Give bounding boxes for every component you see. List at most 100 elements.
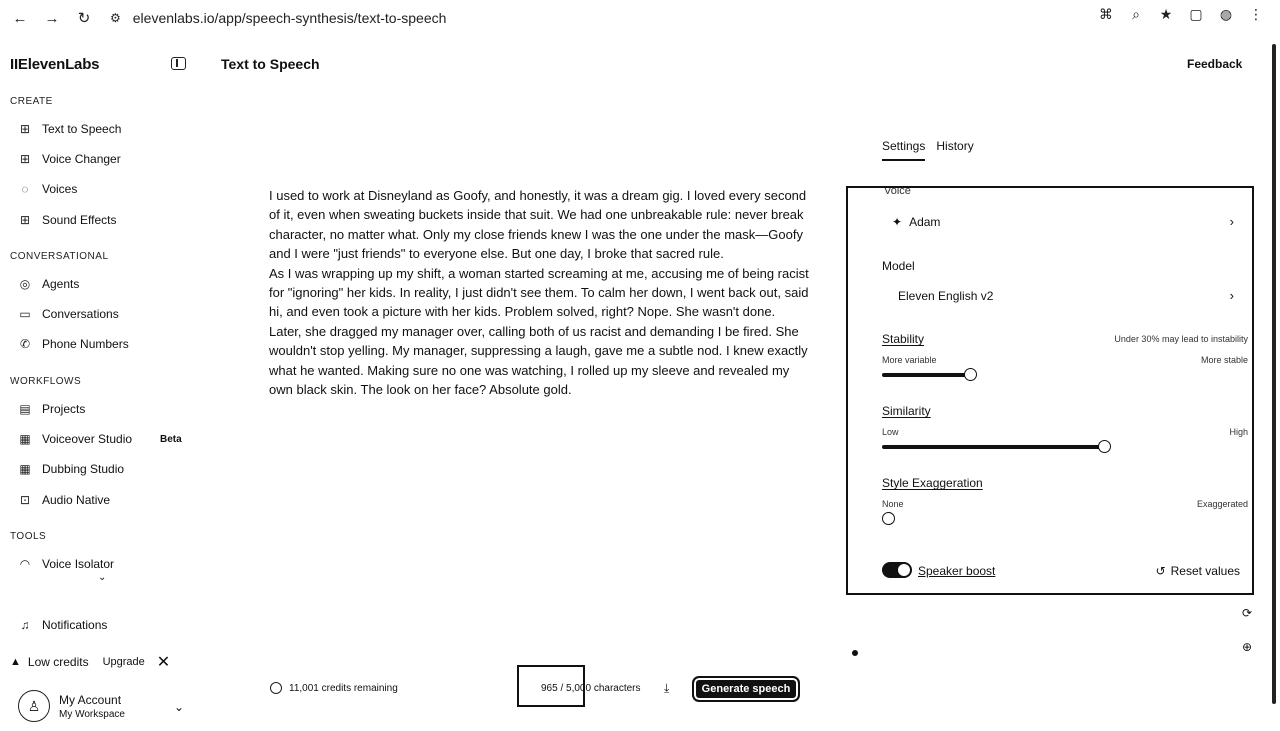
section-create: CREATE: [10, 96, 53, 107]
sidebar-item-voice-changer[interactable]: ⊞ Voice Changer: [18, 152, 121, 166]
similarity-slider-thumb[interactable]: [1097, 440, 1111, 453]
menu-icon[interactable]: ⋮: [1248, 6, 1264, 23]
logo[interactable]: IIElevenLabs: [10, 56, 100, 73]
beta-badge: Beta: [160, 434, 182, 445]
character-count: 965 / 5,000 characters: [541, 683, 641, 694]
sound-effects-icon: ⊞: [19, 213, 31, 227]
scrollbar[interactable]: [1272, 44, 1276, 704]
stability-slider-track[interactable]: [882, 373, 971, 377]
workspace-name: My Workspace: [59, 708, 125, 720]
sidebar-item-voices[interactable]: ◌ Voices: [18, 182, 77, 196]
globe-icon[interactable]: ⊕: [1242, 640, 1252, 654]
sidebar-item-dubbing-studio[interactable]: ▦ Dubbing Studio: [18, 462, 124, 476]
site-settings-icon[interactable]: ⚙: [110, 11, 121, 25]
stability-slider-thumb[interactable]: [964, 368, 978, 381]
cursor-dot: [852, 650, 858, 656]
voice-avatar-icon: ✦: [892, 215, 903, 229]
chevron-right-icon[interactable]: ›: [1230, 288, 1234, 303]
chevron-down-icon[interactable]: ⌄: [98, 572, 106, 583]
model-selector[interactable]: Eleven English v2: [898, 289, 993, 303]
speaker-boost-label[interactable]: Speaker boost: [918, 564, 995, 578]
similarity-slider-track[interactable]: [882, 445, 1104, 449]
model-label: Model: [882, 259, 915, 273]
voices-icon: ◌: [21, 182, 29, 196]
section-conversational: CONVERSATIONAL: [10, 251, 109, 262]
stability-min-label: More variable: [882, 355, 937, 365]
style-min-label: None: [882, 499, 904, 509]
refresh-icon[interactable]: ⟳: [1242, 606, 1252, 620]
account-menu[interactable]: ♙ My Account My Workspace ⌄: [18, 690, 184, 722]
style-slider-thumb[interactable]: [882, 512, 895, 525]
bell-icon: ♫: [20, 618, 30, 632]
sidebar-item-voiceover-studio[interactable]: ▦ Voiceover Studio: [18, 432, 132, 446]
text-to-speech-icon: ⊞: [19, 122, 31, 136]
voice-name: Adam: [909, 215, 941, 229]
credits-ring-icon: [270, 682, 282, 694]
reload-icon[interactable]: ↻: [72, 6, 96, 30]
download-icon[interactable]: ⤓: [664, 681, 669, 696]
sidebar-item-notifications[interactable]: ♫ Notifications: [18, 618, 108, 632]
address-bar[interactable]: ⚙ elevenlabs.io/app/speech-synthesis/tex…: [110, 10, 446, 26]
stability-max-label: More stable: [1200, 355, 1248, 365]
sidebar: IIElevenLabs CREATE ⊞ Text to Speech ⊞ V…: [0, 44, 200, 731]
warning-icon: ▲: [10, 656, 21, 668]
back-icon[interactable]: ←: [8, 6, 32, 30]
editor-paragraph[interactable]: I used to work at Disneyland as Goofy, a…: [269, 186, 809, 264]
tab-history[interactable]: History: [936, 139, 973, 161]
conversations-icon: ▭: [19, 307, 31, 321]
account-name: My Account: [59, 692, 122, 707]
chevron-right-icon[interactable]: ›: [1230, 214, 1234, 229]
profile-icon[interactable]: ◍: [1218, 6, 1234, 23]
voice-isolator-icon: ◠: [19, 557, 31, 571]
low-credits-banner: ▲ Low credits Upgrade ✕: [10, 652, 170, 672]
upgrade-link[interactable]: Upgrade: [103, 656, 145, 668]
dubbing-studio-icon: ▦: [19, 462, 31, 476]
generate-speech-button[interactable]: Generate speech: [692, 676, 800, 702]
phone-icon: ✆: [19, 337, 31, 351]
voice-selector[interactable]: ✦ Adam: [892, 215, 940, 229]
similarity-max-label: High: [1229, 427, 1248, 437]
close-icon[interactable]: ✕: [157, 652, 170, 672]
style-exaggeration-label: Style Exaggeration: [882, 476, 983, 490]
section-workflows: WORKFLOWS: [10, 376, 82, 387]
extensions-icon[interactable]: ▢: [1188, 6, 1204, 23]
sidebar-collapse-icon[interactable]: [171, 57, 186, 70]
sidebar-item-phone-numbers[interactable]: ✆ Phone Numbers: [18, 337, 129, 351]
chevron-down-icon[interactable]: ⌄: [174, 700, 184, 714]
sidebar-item-projects[interactable]: ▤ Projects: [18, 402, 85, 416]
stability-hint: Under 30% may lead to instability: [1114, 334, 1248, 344]
text-editor[interactable]: I used to work at Disneyland as Goofy, a…: [269, 186, 809, 399]
similarity-label: Similarity: [882, 404, 931, 418]
settings-panel: Voice ✦ Adam › Model Eleven English v2 ›…: [846, 186, 1254, 595]
low-credits-label: Low credits: [27, 655, 89, 669]
translate-icon[interactable]: ⌘: [1098, 6, 1114, 23]
feedback-button[interactable]: Feedback: [1187, 57, 1242, 71]
sidebar-item-conversations[interactable]: ▭ Conversations: [18, 307, 118, 321]
avatar: ♙: [18, 690, 50, 722]
stability-label: Stability: [882, 332, 925, 346]
sidebar-item-text-to-speech[interactable]: ⊞ Text to Speech: [18, 122, 121, 136]
page-title: Text to Speech: [221, 56, 320, 72]
audio-native-icon: ⊡: [19, 493, 31, 507]
model-name: Eleven English v2: [898, 289, 994, 303]
sidebar-item-agents[interactable]: ◎ Agents: [18, 277, 80, 291]
style-max-label: Exaggerated: [1196, 499, 1248, 509]
voice-label: Voice: [884, 186, 911, 197]
star-icon[interactable]: ★: [1158, 6, 1174, 23]
sidebar-item-audio-native[interactable]: ⊡ Audio Native: [18, 493, 110, 507]
credits-remaining: 11,001 credits remaining: [270, 682, 398, 694]
speaker-boost-toggle[interactable]: [882, 562, 912, 578]
voice-changer-icon: ⊞: [19, 152, 31, 166]
tab-settings[interactable]: Settings: [882, 139, 926, 161]
editor-paragraph[interactable]: As I was wrapping up my shift, a woman s…: [269, 264, 809, 400]
sidebar-item-sound-effects[interactable]: ⊞ Sound Effects: [18, 213, 117, 227]
url-text[interactable]: elevenlabs.io/app/speech-synthesis/text-…: [133, 10, 447, 26]
section-tools: TOOLS: [10, 531, 47, 542]
settings-tabs: Settings History: [882, 139, 974, 161]
voiceover-studio-icon: ▦: [19, 432, 31, 446]
forward-icon[interactable]: →: [40, 6, 64, 30]
sidebar-item-voice-isolator[interactable]: ◠ Voice Isolator: [18, 557, 114, 571]
zoom-icon[interactable]: ⌕: [1128, 6, 1144, 23]
agents-icon: ◎: [19, 277, 31, 291]
reset-values-button[interactable]: ↺ Reset values: [1156, 564, 1240, 578]
